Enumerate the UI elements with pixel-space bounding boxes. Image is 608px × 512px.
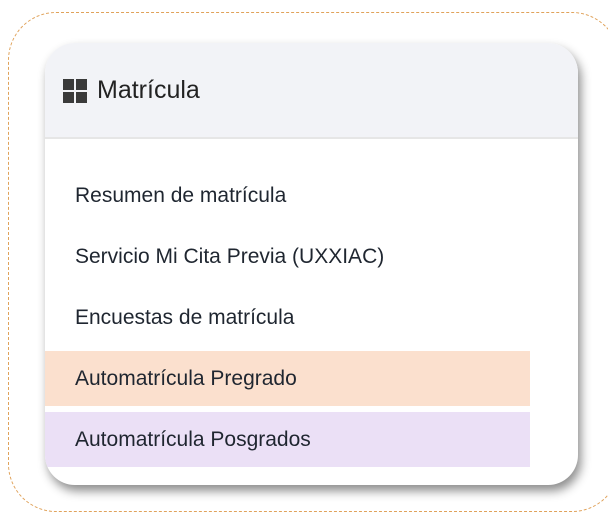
card-header: Matrícula [45,43,578,139]
matricula-card: Matrícula Resumen de matrícula Servicio … [45,43,578,485]
panel-title: Matrícula [97,75,200,104]
menu-item-automatricula-posgrados[interactable]: Automatrícula Posgrados [45,412,530,467]
menu-item-automatricula-pregrado[interactable]: Automatrícula Pregrado [45,351,530,406]
menu-item-encuestas-matricula[interactable]: Encuestas de matrícula [45,290,530,345]
menu-list: Resumen de matrícula Servicio Mi Cita Pr… [45,168,578,473]
menu-item-cita-previa[interactable]: Servicio Mi Cita Previa (UXXIAC) [45,229,530,284]
grid-icon [63,79,87,103]
menu-item-resumen-matricula[interactable]: Resumen de matrícula [45,168,530,223]
